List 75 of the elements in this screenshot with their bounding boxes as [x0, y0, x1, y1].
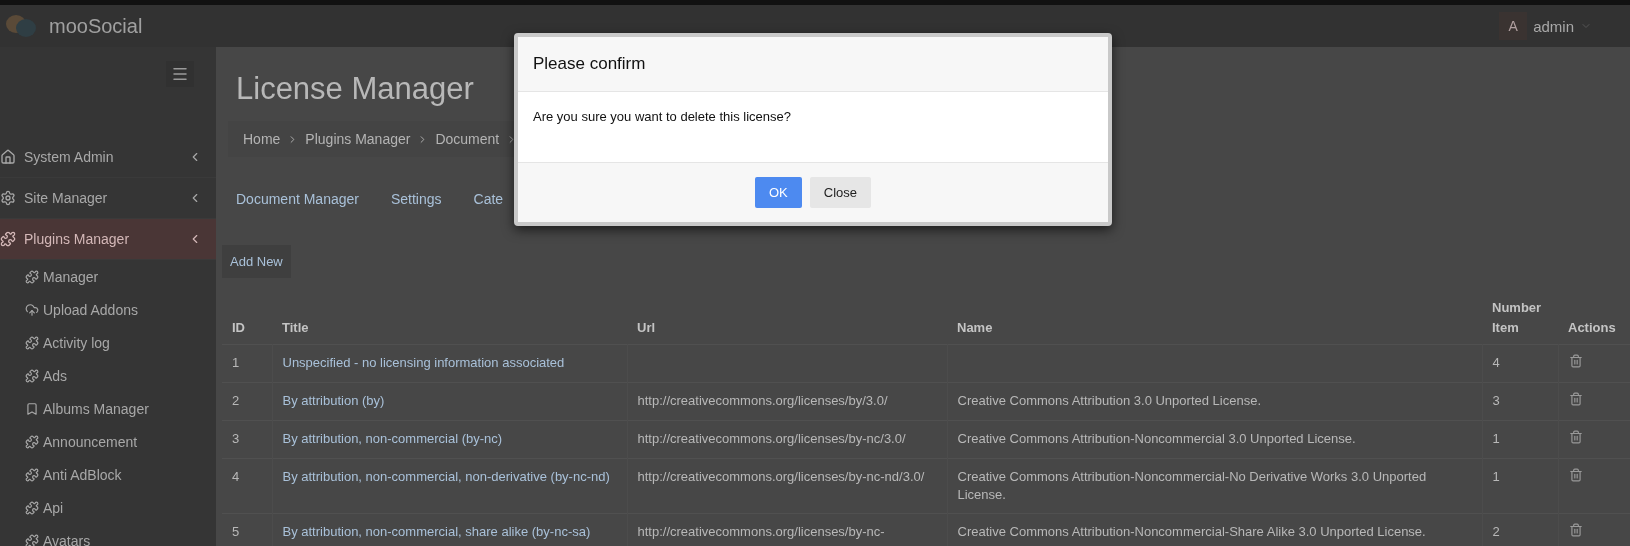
user-name[interactable]: admin	[1533, 17, 1574, 35]
logo-icon	[5, 13, 37, 39]
sidebar-subitem[interactable]: Upload Addons	[0, 293, 216, 326]
sidebar-subitem[interactable]: Activity log	[0, 326, 216, 359]
menu-icon	[171, 65, 189, 83]
home-icon	[0, 149, 16, 165]
dialog-title: Please confirm	[533, 54, 646, 73]
puzzle-icon	[25, 434, 39, 449]
page-title: License Manager	[236, 71, 475, 107]
puzzle-icon	[25, 335, 39, 350]
sidebar-subitem[interactable]: Anti AdBlock	[0, 458, 216, 491]
user-avatar[interactable]: A	[1499, 12, 1528, 40]
trash-icon[interactable]	[1568, 468, 1583, 482]
table-cell: http://creativecommons.org/licenses/by-nc/3.0/	[627, 420, 947, 459]
table-cell: 3	[222, 420, 272, 459]
table-cell: http://creativecommons.org/licenses/by/3.0/	[627, 382, 947, 421]
table-cell: 1	[1482, 420, 1558, 459]
add-new-button[interactable]: Add New	[222, 245, 291, 278]
menu-button[interactable]	[166, 61, 194, 87]
bookmark-icon	[25, 401, 39, 416]
column-header: Url	[627, 292, 947, 345]
cloud-upload-icon	[25, 302, 39, 317]
table-cell: http://creativecommons.org/licenses/by-nc-	[627, 513, 947, 546]
sidebar-item[interactable]: System Admin	[0, 137, 216, 178]
breadcrumb-link[interactable]: Home	[243, 131, 281, 147]
trash-icon[interactable]	[1568, 430, 1583, 444]
puzzle-icon	[25, 368, 39, 383]
trash-icon[interactable]	[1568, 523, 1583, 537]
table-cell: http://creativecommons.org/licenses/by-nc-nd/3.0/	[627, 458, 947, 514]
tab[interactable]: Document Manager	[236, 191, 359, 207]
title-link[interactable]: By attribution, non-commercial (by-nc)	[282, 431, 503, 446]
tab[interactable]: Cate	[473, 191, 504, 207]
breadcrumb-link[interactable]: Document	[435, 131, 500, 147]
table-cell: 5	[222, 513, 272, 546]
column-header: ID	[222, 292, 272, 345]
table-cell: Creative Commons Attribution-Noncommercial-Share Alike 3.0 Unported License.	[947, 513, 1482, 546]
table-cell: Creative Commons Attribution-Noncommercial 3.0 Unported License.	[947, 420, 1482, 459]
trash-icon[interactable]	[1568, 354, 1583, 368]
breadcrumb-link[interactable]: Plugins Manager	[305, 131, 411, 147]
title-link[interactable]: By attribution, non-commercial, share alike (by-nc-sa)	[282, 524, 591, 539]
puzzle-icon	[25, 533, 39, 546]
table-cell: 3	[1482, 382, 1558, 421]
puzzle-icon	[25, 467, 39, 482]
puzzle-icon	[0, 231, 16, 247]
title-link[interactable]: By attribution (by)	[282, 393, 385, 408]
close-button[interactable]: Close	[809, 177, 871, 208]
sidebar-subitem[interactable]: Albums Manager	[0, 392, 216, 425]
sidebar-subitem[interactable]: Api	[0, 491, 216, 524]
table-cell: Creative Commons Attribution-Noncommercial-No Derivative Works 3.0 Unported License.	[947, 458, 1482, 514]
logo-text: mooSocial	[49, 14, 143, 38]
column-header: Number Item	[1482, 292, 1558, 345]
trash-icon[interactable]	[1568, 392, 1583, 406]
sidebar-subitem[interactable]: Avatars	[0, 524, 216, 546]
table-cell: 2	[1482, 513, 1558, 546]
dialog-message: Are you sure you want to delete this license?	[533, 109, 791, 124]
puzzle-icon	[25, 269, 39, 284]
table-cell: 4	[222, 458, 272, 514]
title-link[interactable]: Unspecified - no licensing information associated	[282, 355, 565, 370]
table-cell: 1	[1482, 458, 1558, 514]
table-cell: Creative Commons Attribution 3.0 Unported License.	[947, 382, 1482, 421]
table-cell: 1	[222, 344, 272, 383]
gear-icon	[0, 190, 16, 206]
sidebar-item[interactable]: Plugins Manager	[0, 219, 216, 260]
sidebar-subitem[interactable]: Manager	[0, 260, 216, 293]
sidebar-subitem[interactable]: Ads	[0, 359, 216, 392]
ok-button[interactable]: OK	[754, 177, 802, 208]
sidebar-subitem[interactable]: Announcement	[0, 425, 216, 458]
table-cell: 4	[1482, 344, 1558, 383]
puzzle-icon	[25, 500, 39, 515]
title-link[interactable]: By attribution, non-commercial, non-derivative (by-nc-nd)	[282, 469, 610, 484]
column-header: Actions	[1558, 292, 1630, 345]
column-header: Title	[272, 292, 627, 345]
tab[interactable]: Settings	[390, 191, 442, 207]
column-header: Name	[947, 292, 1482, 345]
table-cell: 2	[222, 382, 272, 421]
